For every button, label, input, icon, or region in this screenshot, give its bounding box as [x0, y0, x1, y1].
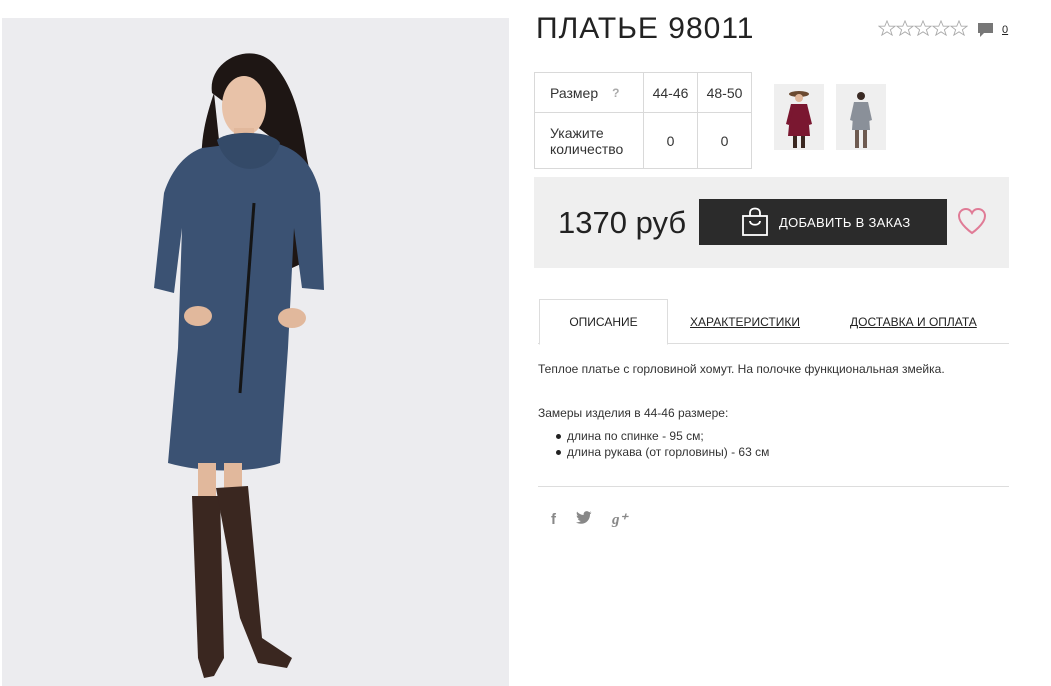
tab-description[interactable]: ОПИСАНИЕ — [539, 299, 668, 345]
quantity-input[interactable]: 0 — [643, 112, 698, 169]
divider — [538, 486, 1009, 487]
price-bar: 1370 руб ДОБАВИТЬ В ЗАКАЗ — [534, 177, 1009, 268]
social-share: f g⁺ — [551, 510, 627, 529]
star-icon[interactable] — [932, 20, 950, 36]
color-thumbnail-grey[interactable] — [836, 84, 886, 150]
rating-stars[interactable] — [878, 20, 968, 36]
quantity-input[interactable]: 0 — [697, 112, 752, 169]
twitter-icon[interactable] — [576, 511, 592, 528]
size-table: Размер ? 44-46 48-50 Укажите количество … — [534, 72, 752, 169]
list-item: длина рукава (от горловины) - 63 см — [556, 444, 769, 460]
add-to-order-button[interactable]: ДОБАВИТЬ В ЗАКАЗ — [699, 199, 947, 245]
measures-title: Замеры изделия в 44-46 размере: — [538, 406, 729, 420]
add-to-order-label: ДОБАВИТЬ В ЗАКАЗ — [779, 214, 911, 230]
comment-bubble-icon — [978, 23, 993, 37]
shopping-bag-icon — [742, 207, 768, 236]
grey-dress-thumbnail — [850, 92, 872, 148]
star-icon[interactable] — [914, 20, 932, 36]
size-help-icon[interactable]: ? — [612, 86, 619, 100]
comments-count[interactable]: 0 — [1002, 24, 1008, 36]
color-thumbnail-burgundy[interactable] — [774, 84, 824, 150]
list-item: длина по спинке - 95 см; — [556, 428, 769, 444]
measures-block: Замеры изделия в 44-46 размере: длина по… — [538, 406, 769, 460]
product-tabs: ОПИСАНИЕ ХАРАКТЕРИСТИКИ ДОСТАВКА И ОПЛАТ… — [538, 299, 1009, 345]
star-icon[interactable] — [950, 20, 968, 36]
twitter-bird-icon — [576, 511, 592, 524]
tab-delivery-payment[interactable]: ДОСТАВКА И ОПЛАТА — [850, 299, 977, 344]
product-title: ПЛАТЬЕ 98011 — [536, 12, 755, 45]
burgundy-dress-thumbnail — [786, 91, 812, 148]
tab-characteristics[interactable]: ХАРАКТЕРИСТИКИ — [690, 299, 800, 344]
comments-link[interactable]: 0 — [977, 22, 1008, 38]
product-photo[interactable] — [2, 18, 509, 686]
star-icon[interactable] — [896, 20, 914, 36]
description-text: Теплое платье с горловиной хомут. На пол… — [538, 362, 945, 376]
google-plus-icon[interactable]: g⁺ — [612, 510, 627, 529]
product-price: 1370 руб — [558, 205, 687, 240]
measures-list: длина по спинке - 95 см; длина рукава (о… — [538, 428, 769, 460]
size-label-cell: Размер ? — [534, 72, 644, 113]
heart-icon[interactable] — [957, 207, 987, 235]
star-icon[interactable] — [878, 20, 896, 36]
quantity-label: Укажите количество — [534, 112, 644, 169]
facebook-icon[interactable]: f — [551, 511, 556, 528]
size-label: Размер — [550, 84, 599, 101]
woman-in-blue-dress-illustration — [154, 53, 324, 678]
size-option[interactable]: 48-50 — [697, 72, 752, 113]
size-option[interactable]: 44-46 — [643, 72, 698, 113]
